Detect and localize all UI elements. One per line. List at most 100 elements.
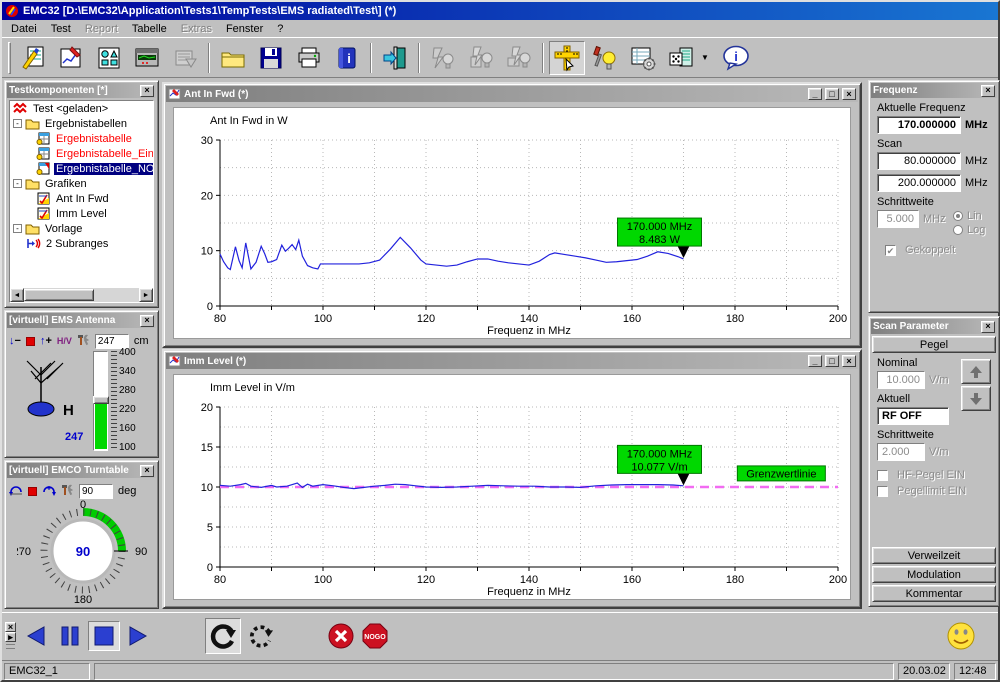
tree-item-grafiken[interactable]: - Grafiken (10, 176, 153, 191)
play-button[interactable] (122, 621, 154, 651)
turntable-stop-button[interactable] (28, 487, 37, 496)
print-button[interactable] (291, 41, 327, 75)
scan-parameter-titlebar[interactable]: Scan Parameter × (871, 319, 997, 334)
maximize-icon[interactable]: □ (825, 355, 839, 367)
rotate-cw-button[interactable] (42, 484, 56, 499)
generator-dropdown-arrow[interactable]: ▼ (700, 41, 710, 75)
level-down-button[interactable] (961, 386, 991, 411)
tree-item-ergebnistabelle[interactable]: Ergebnistabelle (10, 131, 153, 146)
modulation-button[interactable]: Modulation (872, 566, 996, 583)
exit-button[interactable] (377, 41, 413, 75)
pause-button[interactable] (54, 621, 86, 651)
generator-button[interactable] (663, 41, 699, 75)
close-icon[interactable]: × (140, 315, 154, 327)
close-icon[interactable]: × (981, 321, 995, 333)
tree-item-label[interactable]: Imm Level (54, 208, 109, 220)
tree-horizontal-scrollbar[interactable]: ◄ ► (10, 288, 153, 302)
options-button[interactable] (625, 41, 661, 75)
repeat-dashed-button[interactable] (243, 618, 279, 654)
collapse-icon[interactable]: - (13, 179, 22, 188)
scroll-left-icon[interactable]: ◄ (10, 288, 24, 302)
slider-thumb[interactable] (93, 396, 109, 404)
expand-icon[interactable]: ▸ (5, 632, 16, 642)
scan-stop-field[interactable]: 200.000000 (877, 174, 961, 192)
save-button[interactable] (253, 41, 289, 75)
scroll-right-icon[interactable]: ► (139, 288, 153, 302)
stop-button[interactable] (88, 621, 120, 651)
close-icon[interactable]: × (140, 465, 154, 477)
ems-antenna-titlebar[interactable]: [virtuell] EMS Antenna × (7, 313, 156, 328)
aktuelle-frequenz-field[interactable]: 170.000000 (877, 116, 961, 134)
minimize-icon[interactable]: _ (808, 355, 822, 367)
toolbar-grip[interactable] (8, 42, 11, 74)
minimize-icon[interactable]: _ (808, 88, 822, 100)
tree-item-label[interactable]: Vorlage (43, 223, 84, 235)
close-icon[interactable]: × (981, 85, 995, 97)
polarization-toggle-button[interactable]: H/V (57, 336, 72, 346)
collapse-icon[interactable]: - (13, 224, 22, 233)
frequenz-titlebar[interactable]: Frequenz × (871, 83, 997, 98)
rotate-ccw-button[interactable] (9, 484, 23, 499)
menu-fenster[interactable]: Fenster (219, 22, 270, 36)
close-icon[interactable]: × (140, 85, 154, 97)
menu-datei[interactable]: Datei (4, 22, 44, 36)
tree-item-label[interactable]: Ergebnistabellen (43, 118, 129, 130)
info-button[interactable]: i (718, 41, 754, 75)
pegel-button[interactable]: Pegel (872, 336, 996, 353)
error-stop-icon[interactable] (328, 623, 354, 649)
tree-item-ant-in-fwd[interactable]: Ant In Fwd (10, 191, 153, 206)
new-test-button[interactable] (15, 41, 51, 75)
step-back-button[interactable] (20, 621, 52, 651)
menu-tabelle[interactable]: Tabelle (125, 22, 174, 36)
level-up-button[interactable] (961, 359, 991, 384)
tree-item-test[interactable]: Test <geladen> (10, 101, 153, 116)
ant-in-fwd-titlebar[interactable]: Ant In Fwd (*) _ □ × (166, 86, 858, 102)
tree-item-label[interactable]: Grafiken (43, 178, 89, 190)
tree-item-vorlage[interactable]: - Vorlage (10, 221, 153, 236)
new-graphic-button[interactable] (53, 41, 89, 75)
scroll-thumb[interactable] (24, 289, 94, 301)
antenna-settings-button[interactable] (77, 334, 90, 349)
tree-item-subranges[interactable]: 2 Subranges (10, 236, 153, 251)
help-book-button[interactable]: i (329, 41, 365, 75)
tree-item-label[interactable]: Ergebnistabelle_Einze (54, 148, 154, 160)
testkomponenten-titlebar[interactable]: Testkomponenten [*] × (7, 83, 156, 98)
scan-start-field[interactable]: 80.000000 (877, 152, 961, 170)
antenna-up-button[interactable]: ↑+ (40, 335, 52, 347)
tree-item-label[interactable]: Ant In Fwd (54, 193, 111, 205)
antenna-stop-button[interactable] (26, 337, 35, 346)
test-components-button[interactable] (91, 41, 127, 75)
tree-item-label[interactable]: Ergebnistabelle_NOG (54, 163, 154, 175)
tree-item-ergebnistabelle-nog[interactable]: Ergebnistabelle_NOG (10, 161, 153, 176)
close-icon[interactable]: × (842, 355, 856, 367)
close-icon[interactable]: × (5, 622, 16, 632)
turntable-settings-button[interactable] (61, 484, 74, 499)
maximize-icon[interactable]: □ (825, 88, 839, 100)
kommentar-button[interactable]: Kommentar (872, 585, 996, 602)
interactive-measurement-button[interactable] (587, 41, 623, 75)
tree-item-imm-level[interactable]: Imm Level (10, 206, 153, 221)
tree-item-ergebnistabelle-einzel[interactable]: Ergebnistabelle_Einze (10, 146, 153, 161)
tree-item-label[interactable]: Ergebnistabelle (54, 133, 134, 145)
nogo-sign-icon[interactable]: NOGO (362, 623, 388, 649)
tree-item-ergebnistabellen[interactable]: - Ergebnistabellen (10, 116, 153, 131)
antenna-height-slider[interactable] (93, 351, 109, 451)
turntable-angle-input[interactable] (79, 484, 113, 499)
window-titlebar[interactable]: EMC32 [D:\EMC32\Application\Tests1\TempT… (2, 2, 998, 20)
grip-lines[interactable] (6, 644, 15, 649)
close-icon[interactable]: × (842, 88, 856, 100)
measurement-mode-button[interactable] (549, 41, 585, 75)
tree-item-label[interactable]: Test <geladen> (31, 103, 110, 115)
open-button[interactable] (215, 41, 251, 75)
measurement-window-button[interactable] (129, 41, 165, 75)
tree-item-label[interactable]: 2 Subranges (44, 238, 110, 250)
emco-turntable-titlebar[interactable]: [virtuell] EMCO Turntable × (7, 463, 156, 478)
turntable-dial[interactable]: 90 0 90 270 180 (17, 499, 149, 608)
repeat-button[interactable] (205, 618, 241, 654)
menu-help[interactable]: ? (270, 22, 290, 36)
verweilzeit-button[interactable]: Verweilzeit (872, 547, 996, 564)
collapse-icon[interactable]: - (13, 119, 22, 128)
menu-test[interactable]: Test (44, 22, 78, 36)
antenna-down-button[interactable]: ↓− (9, 335, 21, 347)
imm-level-titlebar[interactable]: Imm Level (*) _ □ × (166, 353, 858, 369)
